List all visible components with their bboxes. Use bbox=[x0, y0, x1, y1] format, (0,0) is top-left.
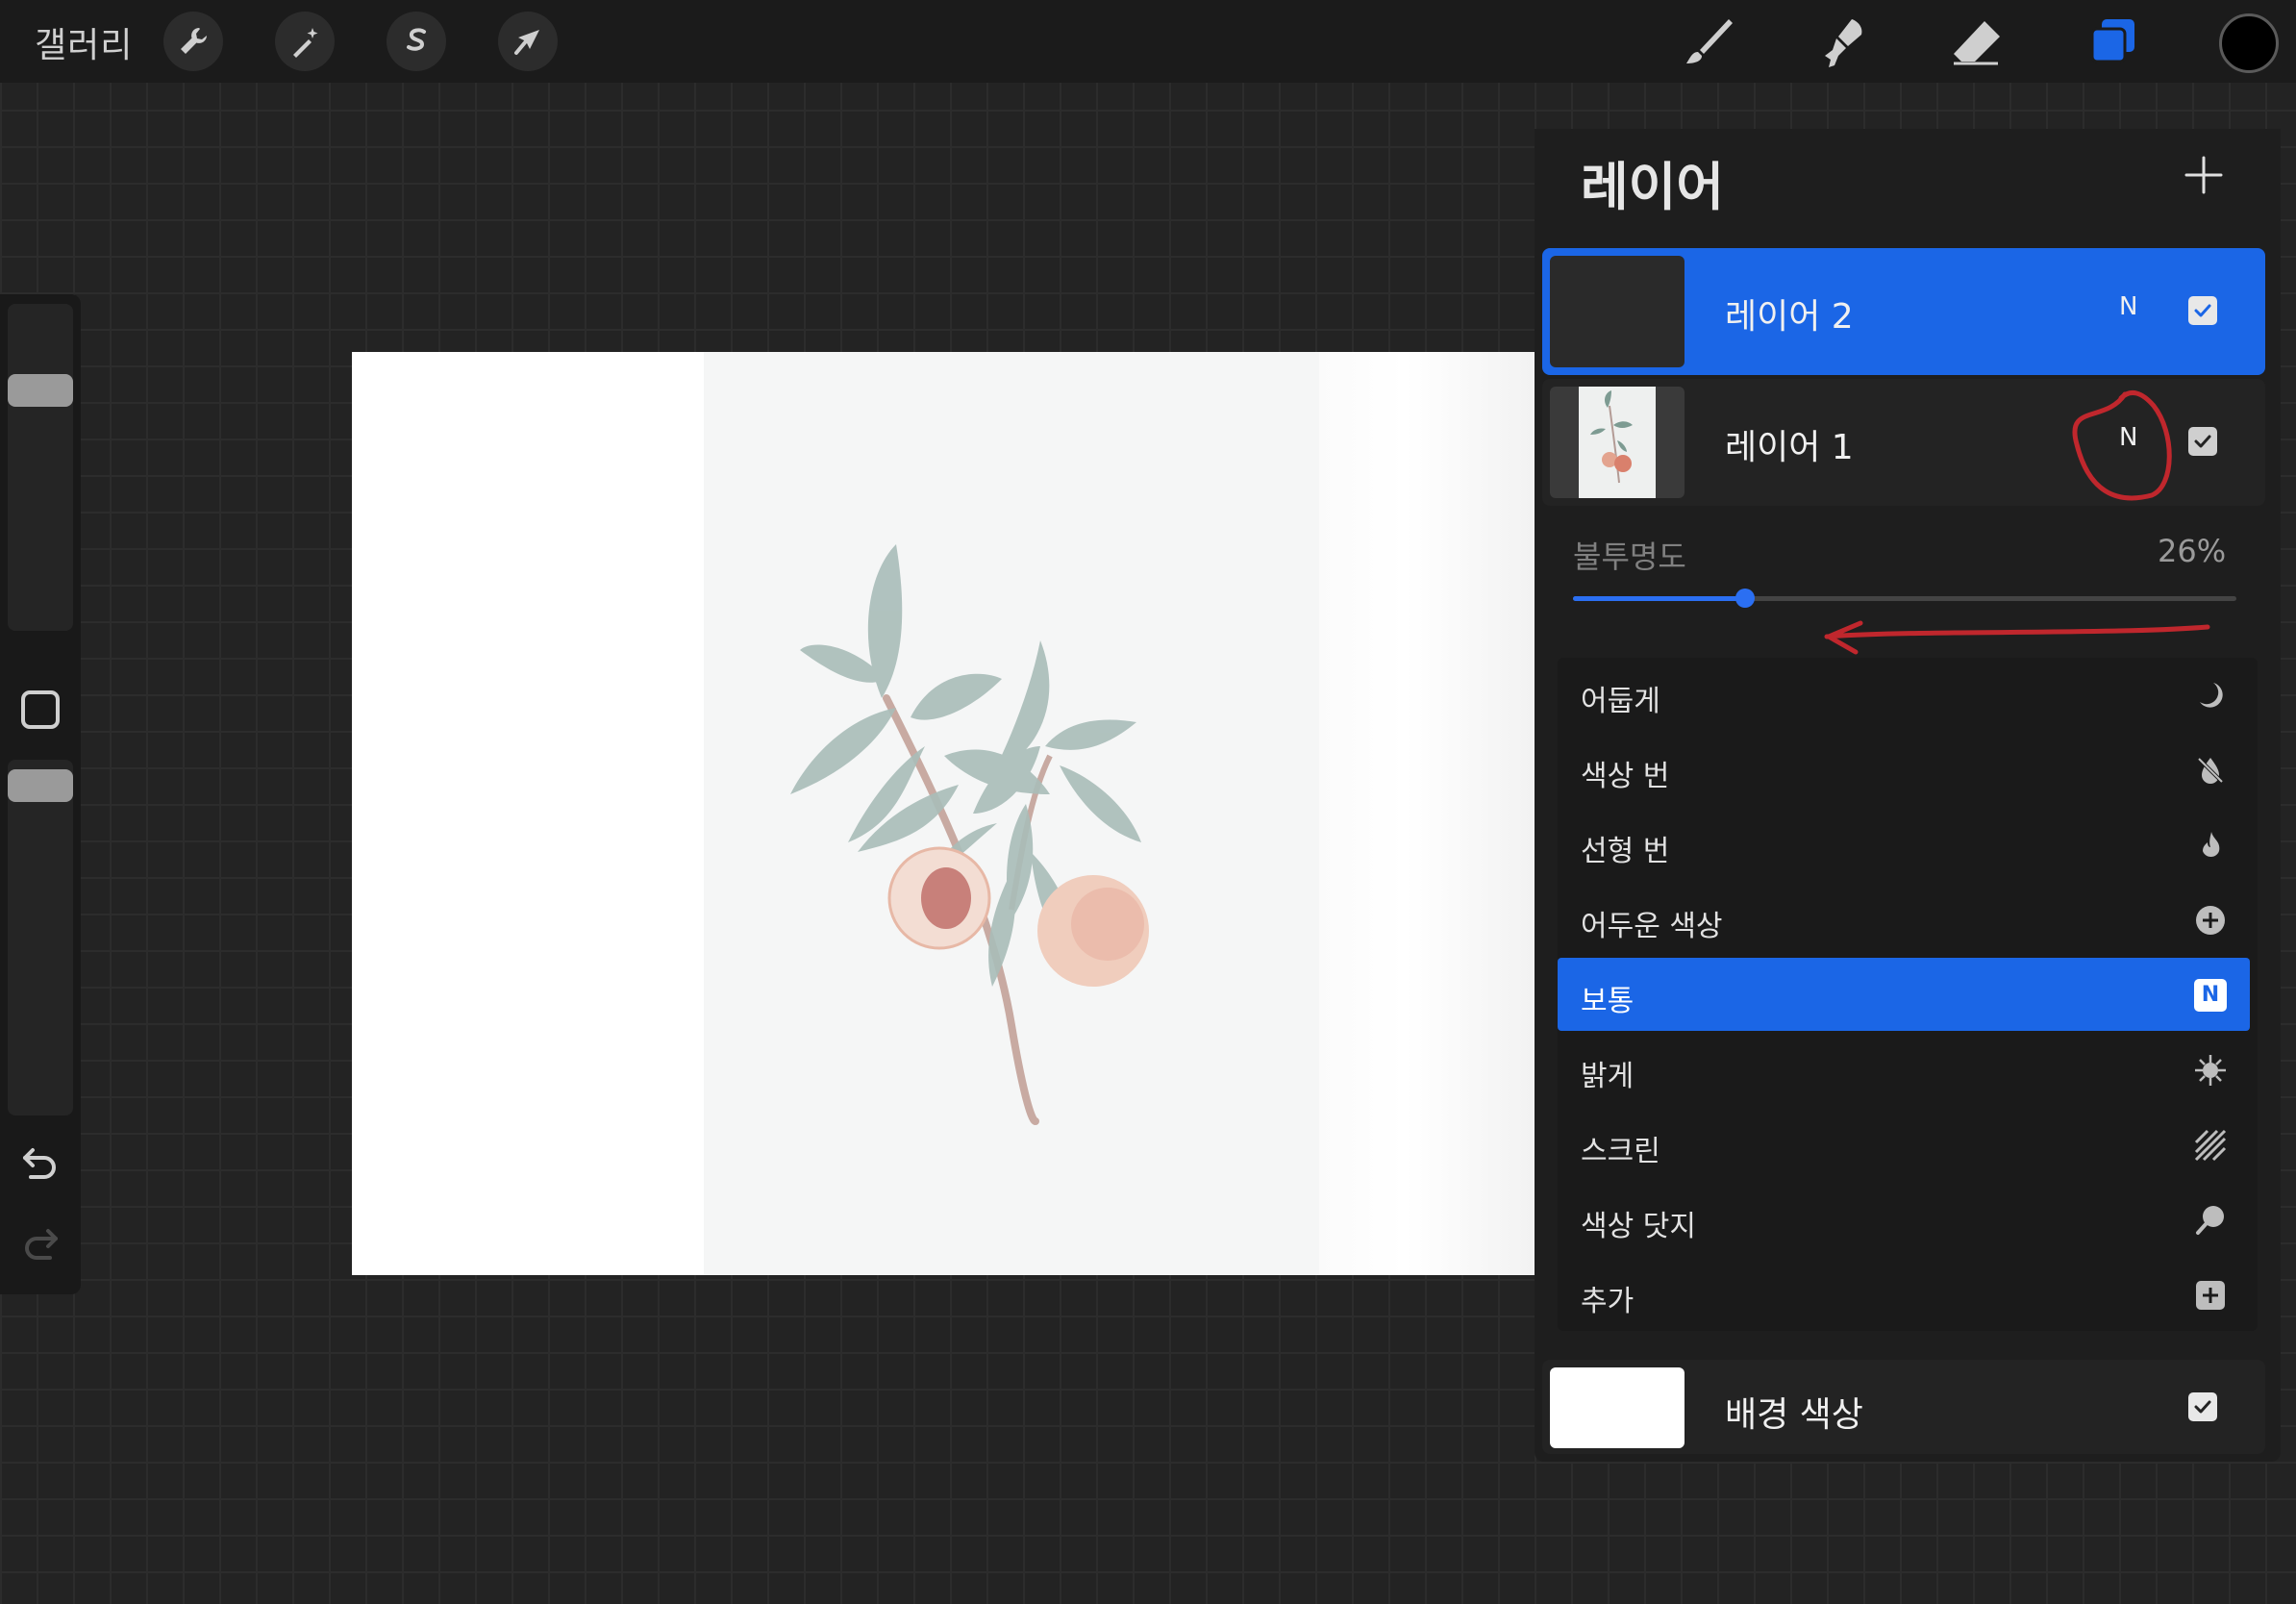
sunburst-icon bbox=[2195, 1055, 2226, 1086]
add-layer-plus-icon[interactable] bbox=[2181, 152, 2227, 198]
top-toolbar: 갤러리 bbox=[0, 0, 2296, 83]
layer-row-background[interactable]: 배경 색상 bbox=[1542, 1360, 2265, 1454]
visibility-checkbox[interactable] bbox=[2188, 1392, 2217, 1421]
blend-mode-screen[interactable]: 스크린 bbox=[1558, 1108, 2250, 1181]
transform-arrow-icon bbox=[514, 30, 539, 55]
layer-thumbnail bbox=[1550, 256, 1685, 367]
blend-mode-label: 어두운 색상 bbox=[1581, 910, 1723, 943]
layer-name: 레이어 1 bbox=[1725, 428, 1854, 467]
magic-wand-icon bbox=[293, 28, 318, 58]
dodge-icon bbox=[2196, 1206, 2224, 1235]
blend-mode-list: 어둡게 색상 번 선형 번 어두운 색상 보통 N 밝게 스크린 색상 닷지 추… bbox=[1558, 658, 2258, 1331]
layers-icon[interactable] bbox=[2084, 13, 2142, 71]
hatch-icon bbox=[2194, 1129, 2227, 1162]
redo-icon[interactable] bbox=[19, 1223, 62, 1262]
blend-mode-label: 밝게 bbox=[1581, 1060, 1635, 1093]
checkmark-icon bbox=[2194, 304, 2211, 317]
blend-mode-darken[interactable]: 어둡게 bbox=[1558, 658, 2250, 731]
blend-mode-lighten[interactable]: 밝게 bbox=[1558, 1033, 2250, 1106]
blend-mode-button[interactable]: N bbox=[2119, 292, 2137, 321]
blend-mode-color-burn[interactable]: 색상 번 bbox=[1558, 733, 2250, 806]
blend-mode-color-dodge[interactable]: 색상 닷지 bbox=[1558, 1183, 2250, 1256]
blend-mode-linear-burn[interactable]: 선형 번 bbox=[1558, 808, 2250, 881]
actions-wrench-button[interactable] bbox=[163, 12, 223, 71]
wrench-icon bbox=[181, 28, 207, 54]
plus-square-icon bbox=[2196, 1281, 2225, 1310]
blend-mode-label: 보통 bbox=[1581, 985, 1635, 1018]
transform-button[interactable] bbox=[498, 12, 558, 71]
visibility-checkbox[interactable] bbox=[2188, 296, 2217, 325]
color-picker-button[interactable] bbox=[2219, 13, 2279, 73]
blend-mode-label: 추가 bbox=[1581, 1285, 1635, 1318]
peach-thumbnail bbox=[1579, 387, 1656, 498]
gallery-button[interactable]: 갤러리 bbox=[35, 17, 133, 67]
left-sidebar bbox=[0, 294, 81, 1294]
brush-icon[interactable] bbox=[1679, 13, 1736, 71]
selection-button[interactable] bbox=[387, 12, 446, 71]
layer-row-layer-2[interactable]: 레이어 2 N bbox=[1542, 248, 2265, 375]
opacity-value: 26% bbox=[2158, 533, 2227, 569]
panel-title: 레이어 bbox=[1581, 157, 1725, 217]
blend-mode-darker-color[interactable]: 어두운 색상 bbox=[1558, 883, 2250, 956]
brush-opacity-thumb[interactable] bbox=[8, 769, 73, 803]
moon-icon bbox=[2200, 683, 2223, 708]
opacity-slider-knob[interactable] bbox=[1735, 589, 1756, 608]
blend-mode-label: 색상 번 bbox=[1581, 760, 1670, 793]
blend-mode-label: 스크린 bbox=[1581, 1135, 1660, 1168]
blend-mode-normal[interactable]: 보통 N bbox=[1558, 958, 2250, 1031]
adjustments-wand-button[interactable] bbox=[275, 12, 335, 71]
canvas-edge-fade bbox=[1319, 352, 1535, 1275]
background-color-swatch[interactable] bbox=[1550, 1367, 1685, 1448]
plus-circle-icon bbox=[2196, 906, 2225, 935]
normal-n-icon: N bbox=[2194, 979, 2227, 1012]
undo-icon[interactable] bbox=[19, 1142, 62, 1181]
modify-button[interactable] bbox=[21, 690, 60, 729]
blend-mode-label: 선형 번 bbox=[1581, 835, 1670, 868]
blend-mode-button[interactable]: N bbox=[2119, 423, 2137, 452]
layers-panel: 레이어 레이어 2 N 레이어 1 N 불투명도 26% 어둡게 색상 번 선형… bbox=[1535, 129, 2281, 1462]
blend-mode-add[interactable]: 추가 bbox=[1558, 1258, 2250, 1331]
flame-icon bbox=[2203, 832, 2220, 858]
blend-mode-label: 어둡게 bbox=[1581, 685, 1660, 718]
checkmark-icon bbox=[2194, 435, 2211, 448]
visibility-checkbox[interactable] bbox=[2188, 427, 2217, 456]
opacity-slider-fill bbox=[1573, 596, 1746, 601]
eraser-icon[interactable] bbox=[1948, 13, 2006, 71]
blend-mode-label: 색상 닷지 bbox=[1581, 1210, 1696, 1243]
drawing-canvas[interactable] bbox=[352, 352, 1535, 1275]
brush-size-thumb[interactable] bbox=[8, 374, 73, 408]
opacity-slider[interactable] bbox=[1573, 589, 2236, 608]
opacity-label: 불투명도 bbox=[1573, 539, 1686, 575]
layer-name: 배경 색상 bbox=[1725, 1395, 1863, 1435]
checkmark-icon bbox=[2194, 1400, 2211, 1414]
reference-photo bbox=[704, 352, 1319, 1275]
crossed-drop-icon bbox=[2197, 757, 2224, 784]
layer-thumbnail bbox=[1550, 387, 1685, 498]
peach-branch-illustration bbox=[790, 544, 1149, 1125]
layer-name: 레이어 2 bbox=[1725, 297, 1854, 337]
brush-opacity-slider[interactable] bbox=[8, 760, 73, 1115]
brush-size-slider[interactable] bbox=[8, 304, 73, 631]
selection-icon bbox=[407, 28, 426, 51]
layer-row-layer-1[interactable]: 레이어 1 N bbox=[1542, 379, 2265, 506]
smudge-icon[interactable] bbox=[1813, 13, 1871, 71]
